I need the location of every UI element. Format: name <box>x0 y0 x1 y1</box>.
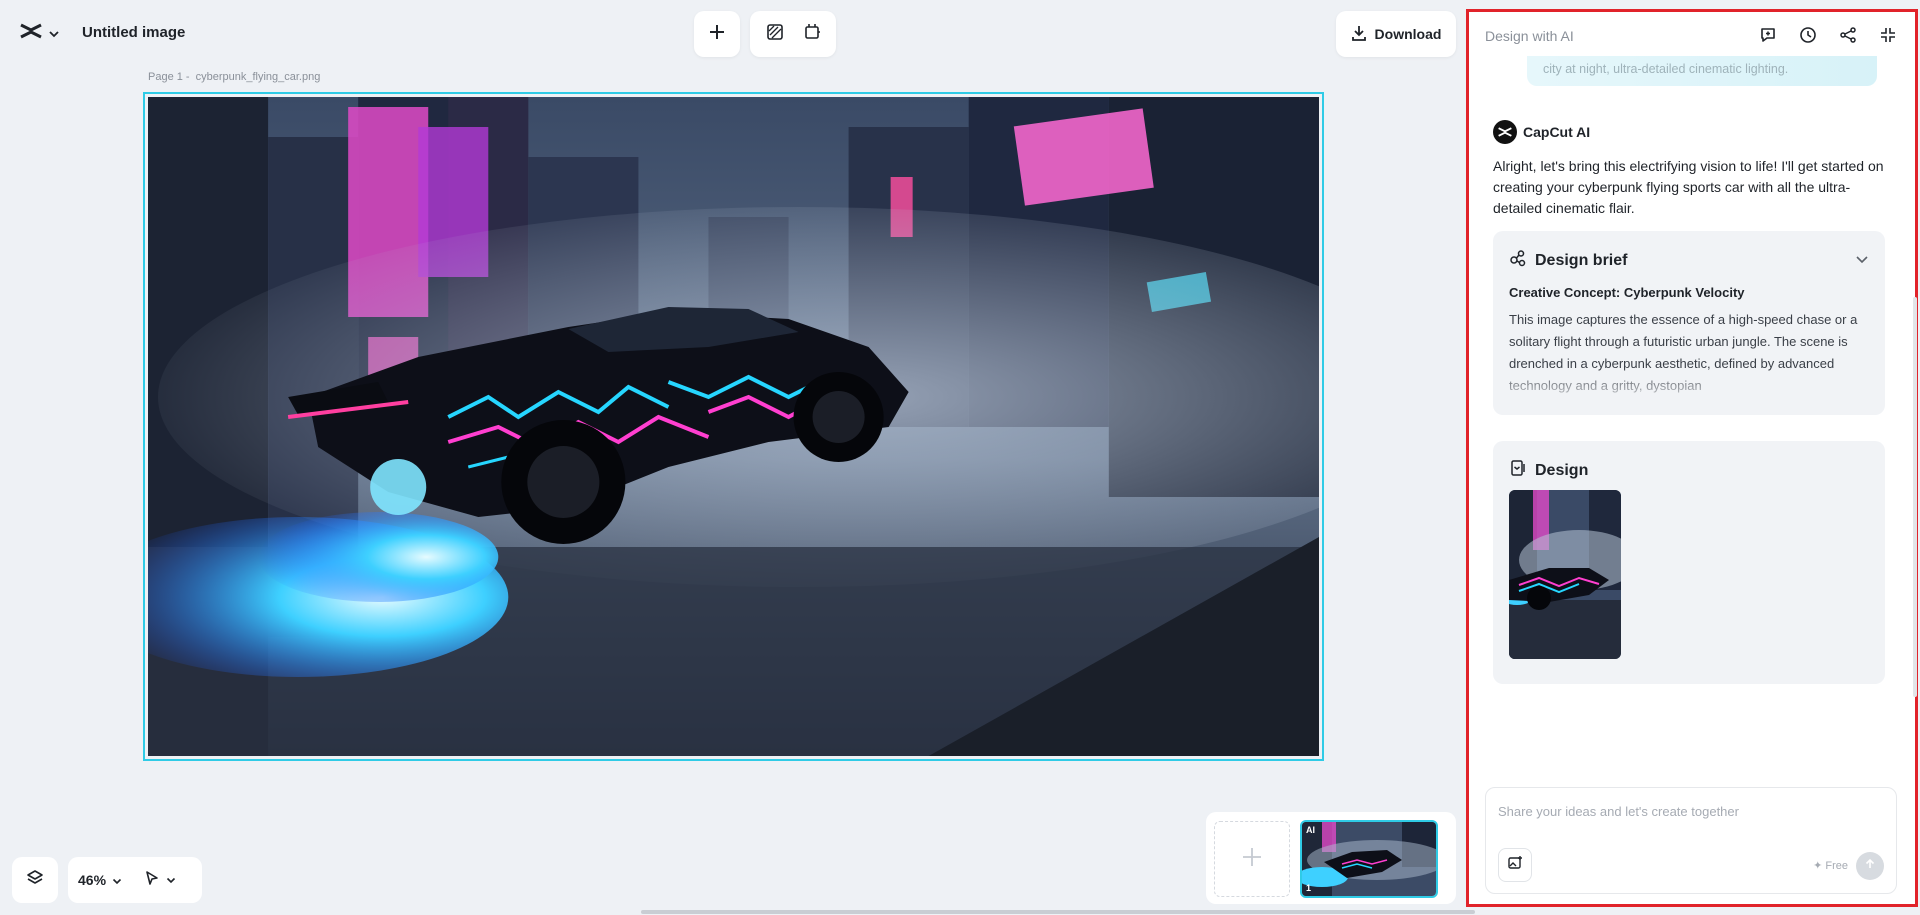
design-brief-subtitle: Creative Concept: Cyberpunk Velocity <box>1509 285 1745 300</box>
new-chat-button[interactable] <box>1755 24 1781 50</box>
design-brief-title: Design brief <box>1535 251 1628 269</box>
design-result-image <box>1509 490 1621 659</box>
add-button[interactable] <box>702 19 732 49</box>
ai-badge: AI <box>1306 825 1315 835</box>
pointer-tool-dropdown[interactable] <box>144 870 176 891</box>
plus-icon <box>709 24 725 45</box>
edit-toolbar <box>750 11 836 57</box>
canvas-image[interactable] <box>148 97 1319 756</box>
free-label: Free <box>1825 859 1848 872</box>
page-number: 1 <box>1306 883 1312 893</box>
zoom-controls: 46% <box>68 857 202 903</box>
panel-title: Design with AI <box>1485 28 1574 44</box>
plus-icon <box>1241 846 1263 873</box>
collapse-icon <box>1879 26 1897 49</box>
share-button[interactable] <box>1835 24 1861 50</box>
history-button[interactable] <box>1795 24 1821 50</box>
page-thumbnail[interactable]: AI 1 <box>1300 820 1438 898</box>
download-button[interactable]: Download <box>1336 11 1456 57</box>
zoom-value: 46% <box>78 872 107 888</box>
page-thumbnail-image <box>1302 822 1436 896</box>
sparkle-icon: ✦ <box>1813 860 1823 872</box>
pointer-icon <box>144 870 160 891</box>
chat-input-box: ✦ Free <box>1485 787 1897 894</box>
arrow-up-icon <box>1864 857 1876 875</box>
history-icon <box>1799 26 1817 49</box>
image-upload-icon <box>1507 855 1523 876</box>
background-remove-button[interactable] <box>760 19 789 49</box>
design-result-header: Design <box>1509 459 1588 482</box>
download-icon <box>1351 25 1367 44</box>
add-element-toolbar <box>694 11 740 57</box>
new-chat-icon <box>1759 26 1777 49</box>
design-brief-card[interactable]: Design brief Creative Concept: Cyberpunk… <box>1493 231 1885 415</box>
file-name: cyberpunk_flying_car.png <box>195 71 321 83</box>
design-result-thumbnail[interactable] <box>1509 490 1621 659</box>
design-with-ai-panel: Design with AI city at night, ultra-deta… <box>1466 9 1918 907</box>
panel-actions <box>1755 24 1901 50</box>
page-number-label: Page 1 - <box>148 71 190 83</box>
design-brief-header: Design brief <box>1509 249 1627 272</box>
design-result-title: Design <box>1535 461 1589 479</box>
canvas-frame[interactable] <box>143 92 1324 761</box>
chevron-down-icon <box>112 872 122 888</box>
design-result-icon <box>1509 459 1527 482</box>
capcut-ai-avatar-icon <box>1493 120 1517 144</box>
user-prompt-bubble: city at night, ultra-detailed cinematic … <box>1527 56 1877 86</box>
assistant-message: Alright, let's bring this electrifying v… <box>1493 158 1884 216</box>
resize-icon <box>803 23 821 46</box>
page-thumbnails: AI 1 <box>1206 812 1456 904</box>
image-upload-button[interactable] <box>1498 848 1532 882</box>
add-page-button[interactable] <box>1214 821 1290 897</box>
design-result-card: Design <box>1493 441 1885 684</box>
chevron-down-icon <box>48 25 60 43</box>
download-label: Download <box>1374 26 1442 42</box>
chevron-down-icon[interactable] <box>1855 251 1869 269</box>
capcut-logo-icon <box>20 22 42 45</box>
send-button[interactable] <box>1856 852 1884 880</box>
page-label: Page 1 - cyberpunk_flying_car.png <box>148 71 320 83</box>
share-icon <box>1839 26 1857 49</box>
collapse-button[interactable] <box>1875 24 1901 50</box>
free-badge: ✦ Free <box>1813 859 1848 873</box>
layers-button[interactable] <box>12 857 58 903</box>
design-brief-icon <box>1509 249 1527 272</box>
panel-scrollbar[interactable] <box>1913 297 1917 697</box>
document-title[interactable]: Untitled image <box>82 24 185 41</box>
chevron-down-icon <box>166 871 176 889</box>
chat-input[interactable] <box>1498 800 1878 822</box>
layers-icon <box>26 869 44 892</box>
background-remove-icon <box>766 23 784 46</box>
resize-button[interactable] <box>797 19 826 49</box>
zoom-dropdown[interactable]: 46% <box>78 872 122 888</box>
assistant-header: CapCut AI <box>1493 120 1590 144</box>
assistant-name: CapCut AI <box>1523 124 1591 140</box>
logo-menu[interactable] <box>20 22 60 45</box>
horizontal-scrollbar[interactable] <box>641 910 1475 914</box>
design-brief-text: This image captures the essence of a hig… <box>1509 312 1858 393</box>
